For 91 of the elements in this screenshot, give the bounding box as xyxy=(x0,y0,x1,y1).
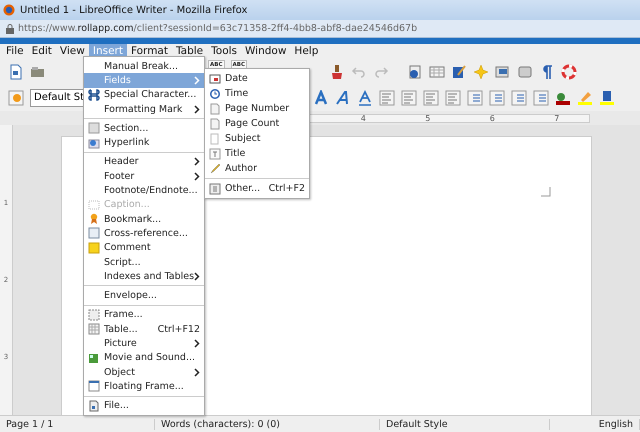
pages-icon xyxy=(209,118,221,130)
menu-title[interactable]: Tools xyxy=(207,44,242,59)
status-text: English xyxy=(550,418,640,430)
folder-icon[interactable] xyxy=(30,64,46,80)
menu-item[interactable]: Comment xyxy=(84,240,204,255)
menu-item[interactable]: Table... Ctrl+F12 xyxy=(84,322,204,336)
align-icon[interactable] xyxy=(401,90,417,106)
menu-item[interactable]: Manual Break... xyxy=(84,59,204,74)
bookmark-icon xyxy=(88,213,100,226)
menu-title[interactable]: Edit xyxy=(28,44,56,59)
menu-title[interactable]: Window xyxy=(241,44,290,59)
menu-item[interactable]: Special Character... xyxy=(84,88,204,102)
menu-title[interactable]: Table xyxy=(172,44,208,59)
menu-item[interactable]: Author xyxy=(205,161,309,176)
frame-icon xyxy=(88,308,100,321)
star-icon[interactable] xyxy=(473,64,489,80)
list-icon[interactable] xyxy=(467,90,483,106)
menu-item[interactable]: File... xyxy=(84,398,204,413)
caption-icon xyxy=(88,198,100,211)
styles-icon[interactable] xyxy=(8,90,24,106)
menu-title[interactable]: Help xyxy=(290,44,322,59)
pen-icon xyxy=(209,162,221,174)
navigator-icon[interactable] xyxy=(407,64,423,80)
ruler-number: 4 xyxy=(360,114,366,122)
gallery-icon[interactable] xyxy=(495,64,511,80)
new-document-icon[interactable] xyxy=(8,64,24,80)
document-icon xyxy=(88,400,100,412)
list-icon[interactable] xyxy=(489,90,505,106)
ruler-number: 7 xyxy=(554,114,560,122)
menu-item[interactable]: Date xyxy=(205,71,309,86)
ruler-number: 5 xyxy=(425,114,430,122)
status-text: Default Style xyxy=(380,418,550,430)
font-color-icon[interactable] xyxy=(555,90,571,106)
align-icon[interactable] xyxy=(379,90,395,106)
menu-item[interactable]: Movie and Sound... xyxy=(84,350,204,365)
align-icon[interactable] xyxy=(445,90,461,106)
command-key-icon xyxy=(88,88,100,101)
bold-icon[interactable] xyxy=(313,90,329,106)
background-color-icon[interactable] xyxy=(599,90,615,106)
pencil-icon[interactable] xyxy=(451,64,467,80)
list-icon[interactable] xyxy=(533,90,549,106)
ruler-number: 6 xyxy=(490,114,495,122)
menu-item[interactable]: Time xyxy=(205,86,309,101)
cross-reference-icon xyxy=(88,227,100,240)
menu-item[interactable]: Indexes and Tables xyxy=(84,269,204,284)
menu-title[interactable]: Format xyxy=(126,44,172,59)
menu-item[interactable]: Subject xyxy=(205,131,309,146)
menu-item[interactable]: Floating Frame... xyxy=(84,379,204,394)
list-icon[interactable] xyxy=(511,90,527,106)
menu-item[interactable]: Bookmark... xyxy=(84,212,204,226)
lifebuoy-icon[interactable] xyxy=(561,64,577,80)
table-icon xyxy=(88,323,100,336)
globe-link-icon xyxy=(88,136,100,149)
menu-item[interactable]: Picture xyxy=(84,336,204,351)
section-icon xyxy=(88,122,100,134)
status-text: Words (characters): 0 (0) xyxy=(155,418,380,430)
menu-item[interactable]: Page Count xyxy=(205,116,309,131)
field-icon xyxy=(209,182,221,194)
menu-item[interactable]: Object xyxy=(84,364,204,380)
align-icon[interactable] xyxy=(423,90,439,106)
menu-item[interactable]: Footer xyxy=(84,169,204,184)
film-icon xyxy=(88,352,100,364)
browser-logo-icon xyxy=(3,4,15,16)
menu-item[interactable]: Formatting Mark xyxy=(84,102,204,116)
window-icon xyxy=(88,380,100,392)
calendar-icon xyxy=(209,72,221,84)
underline-icon[interactable] xyxy=(357,90,373,106)
italic-icon[interactable] xyxy=(335,90,351,106)
blank-page-icon xyxy=(209,132,221,144)
menu-item[interactable]: Hyperlink xyxy=(84,135,204,150)
menu-item[interactable]: Other... Ctrl+F2 xyxy=(205,181,309,196)
note-icon xyxy=(88,242,100,254)
corner-mark-icon xyxy=(541,187,551,197)
menu-item[interactable]: Section... xyxy=(84,121,204,136)
menu-title[interactable]: View xyxy=(56,44,89,59)
menu-item[interactable]: Header xyxy=(84,154,204,170)
menu-item[interactable]: Envelope... xyxy=(84,288,204,303)
text-frame-icon xyxy=(209,148,221,160)
menu-item[interactable]: Script... xyxy=(84,254,204,270)
menu-title[interactable]: File xyxy=(2,44,28,59)
menu-item[interactable]: Frame... xyxy=(84,308,204,322)
menu-item[interactable]: Title xyxy=(205,146,309,161)
window-title: Untitled 1 - LibreOffice Writer - Mozilla Firefox xyxy=(20,4,248,16)
menu-item[interactable]: Footnote/Endnote... xyxy=(84,183,204,198)
brush-icon[interactable] xyxy=(329,64,345,80)
menu-item[interactable]: Cross-reference... xyxy=(84,226,204,241)
clock-icon xyxy=(209,88,221,100)
menu-item[interactable]: Page Number xyxy=(205,101,309,116)
lock-icon xyxy=(6,24,14,34)
table-icon[interactable] xyxy=(429,64,445,80)
status-text: Page 1 / 1 xyxy=(0,418,155,430)
